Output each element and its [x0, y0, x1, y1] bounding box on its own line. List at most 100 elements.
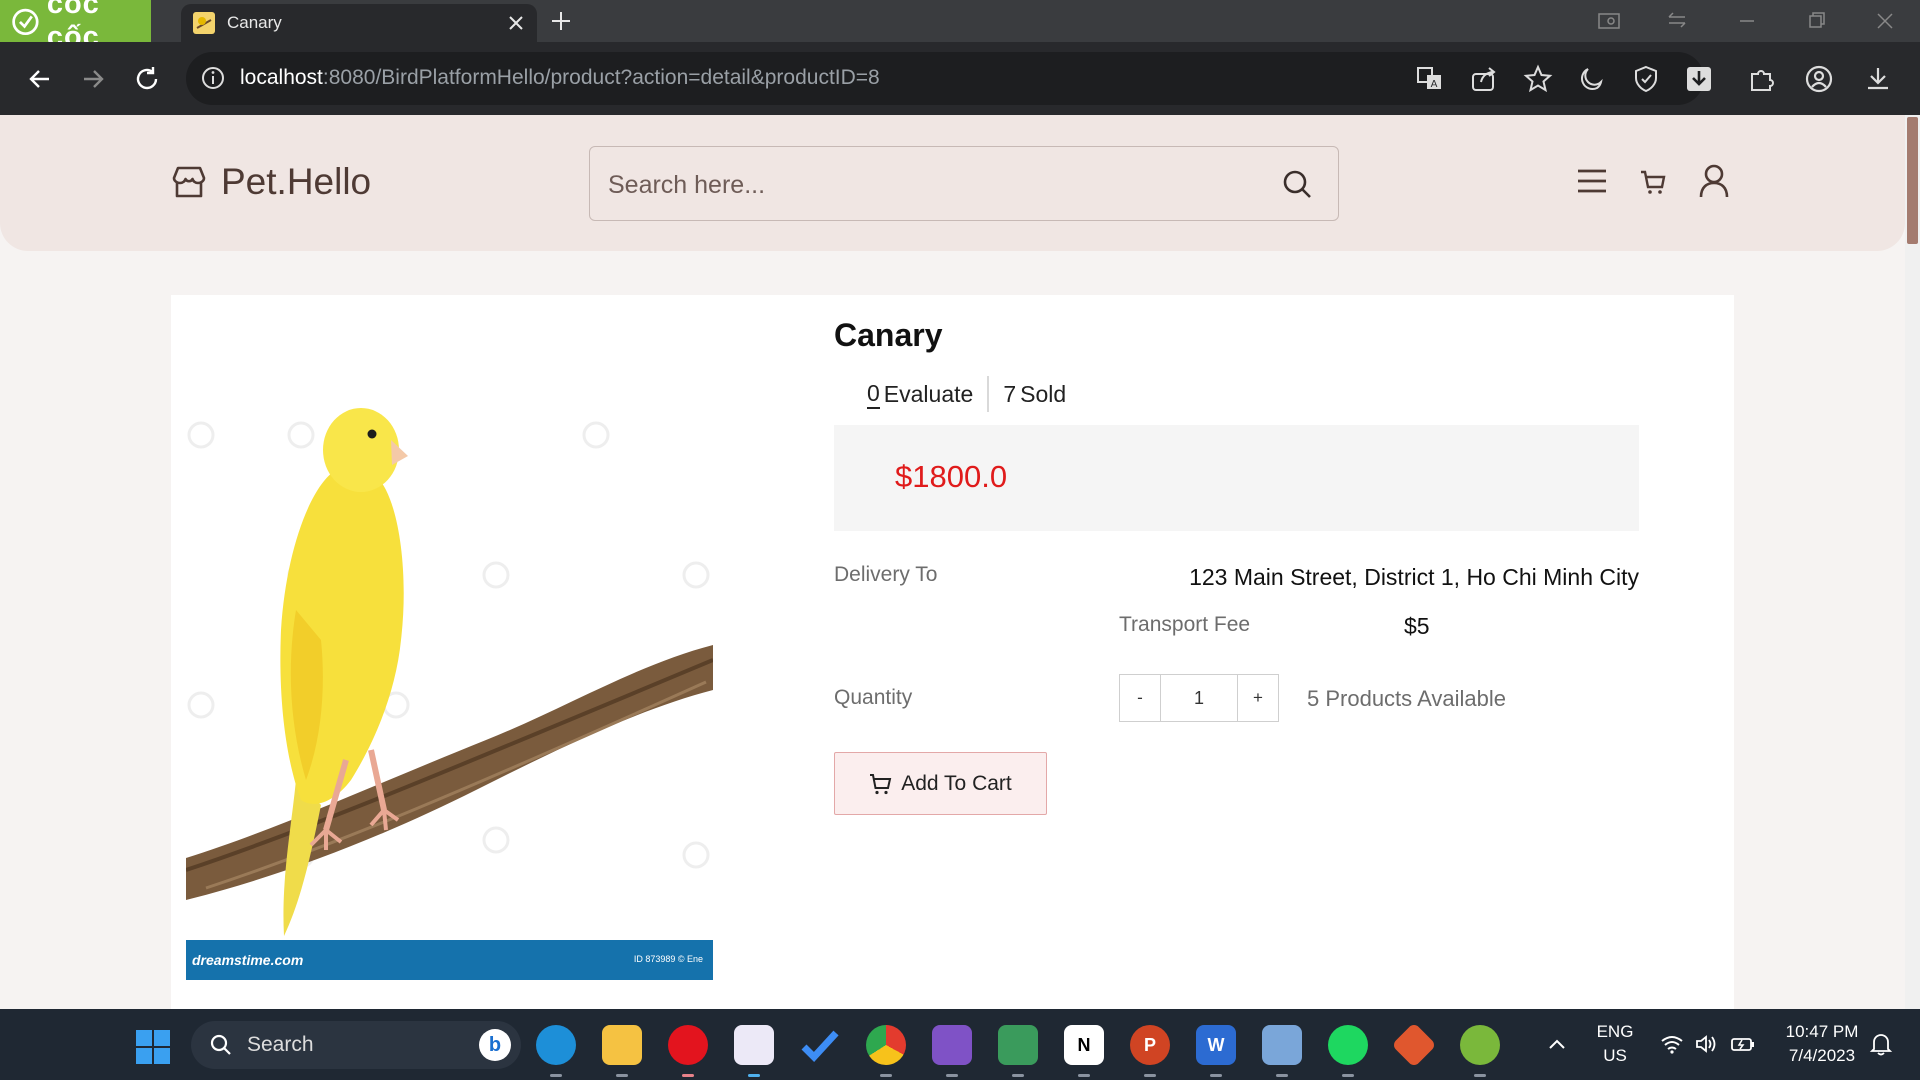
- battery-icon[interactable]: [1730, 1033, 1756, 1055]
- excel-app-icon[interactable]: [998, 1025, 1038, 1077]
- language-line2: US: [1603, 1046, 1627, 1065]
- downloads-button[interactable]: [1858, 59, 1898, 99]
- cart-icon[interactable]: [1638, 167, 1668, 197]
- snipping-tool-app-icon[interactable]: [734, 1025, 774, 1077]
- extensions-button[interactable]: [1742, 59, 1782, 99]
- tab-canary[interactable]: Canary: [181, 4, 537, 42]
- site-search: [589, 146, 1339, 221]
- quantity-stepper: - +: [1119, 674, 1279, 722]
- canary-bird-picture: [186, 408, 713, 936]
- notion-app-icon[interactable]: N: [1064, 1025, 1104, 1077]
- star-icon[interactable]: [1523, 64, 1553, 94]
- browser-brand[interactable]: cốc cốc: [0, 0, 151, 53]
- arrow-left-icon: [29, 70, 49, 88]
- stock-available: 5 Products Available: [1307, 686, 1506, 711]
- todo-app-icon[interactable]: [800, 1025, 840, 1065]
- page-scrollbar[interactable]: [1905, 115, 1920, 1009]
- git-app-icon[interactable]: [1391, 1022, 1437, 1068]
- visual-studio-app-icon[interactable]: [932, 1025, 972, 1077]
- clock[interactable]: 10:47 PM 7/4/2023: [1772, 1022, 1872, 1066]
- bing-icon[interactable]: b: [479, 1029, 511, 1061]
- price-box: $1800.0: [834, 425, 1639, 531]
- address-bar[interactable]: localhost:8080/BirdPlatformHello/product…: [186, 52, 1711, 105]
- new-tab-icon[interactable]: [549, 9, 573, 33]
- delivery-label: Delivery To: [834, 563, 938, 586]
- app-running-indicator: [1474, 1074, 1486, 1077]
- url-host: localhost: [240, 66, 323, 89]
- powerpoint-app-icon[interactable]: P: [1130, 1025, 1170, 1077]
- quantity-input[interactable]: [1161, 674, 1237, 722]
- quantity-increment-button[interactable]: +: [1237, 674, 1279, 722]
- taskbar-search-label: Search: [247, 1033, 314, 1056]
- add-to-cart-label: Add To Cart: [901, 771, 1012, 795]
- user-icon[interactable]: [1697, 163, 1731, 199]
- restore-icon[interactable]: [1803, 9, 1829, 33]
- chrome-app-icon[interactable]: [866, 1025, 906, 1077]
- language-indicator[interactable]: ENG US: [1592, 1022, 1638, 1066]
- quantity-decrement-button[interactable]: -: [1119, 674, 1161, 722]
- profile-button[interactable]: [1799, 59, 1839, 99]
- app-running-indicator: [748, 1074, 760, 1077]
- download-page-icon[interactable]: [1684, 64, 1714, 94]
- site-logo[interactable]: Pet.Hello: [171, 161, 371, 203]
- puzzle-icon: [1751, 70, 1774, 91]
- sold-count: 7: [1003, 380, 1017, 407]
- window-close-icon[interactable]: [1872, 9, 1898, 33]
- sold-label: Sold: [1020, 380, 1067, 407]
- site-logo-label: Pet.Hello: [221, 161, 372, 202]
- coccoc-logo-icon: [12, 8, 39, 36]
- app-running-indicator: [1012, 1074, 1024, 1077]
- edge-app-icon[interactable]: [536, 1025, 576, 1077]
- delivery-address: 123 Main Street, District 1, Ho Chi Minh…: [1189, 564, 1639, 590]
- reload-button[interactable]: [127, 59, 167, 99]
- search-input[interactable]: [608, 165, 1248, 205]
- app-running-indicator: [682, 1074, 694, 1077]
- product-price: $1800.0: [895, 459, 1008, 494]
- notification-icon[interactable]: [1868, 1031, 1894, 1057]
- quantity-label: Quantity: [834, 686, 913, 709]
- tab-actions-icon[interactable]: [1665, 9, 1691, 33]
- netbeans-app-icon[interactable]: [1262, 1025, 1302, 1077]
- spotify-app-icon[interactable]: [1328, 1025, 1368, 1077]
- search-icon: [210, 1034, 231, 1055]
- url-text[interactable]: localhost:8080/BirdPlatformHello/product…: [240, 66, 880, 90]
- product-stats: 0 Evaluate 7 Sold: [867, 376, 1066, 412]
- site-header: Pet.Hello: [0, 115, 1905, 251]
- cart-icon: [870, 773, 892, 794]
- add-to-cart-button[interactable]: Add To Cart: [834, 752, 1047, 815]
- info-icon[interactable]: [200, 65, 226, 91]
- screen-capture-icon[interactable]: [1596, 9, 1622, 33]
- shield-icon[interactable]: [1631, 64, 1661, 94]
- minimize-icon[interactable]: [1734, 9, 1760, 33]
- dark-mode-icon[interactable]: [1577, 64, 1607, 94]
- share-icon[interactable]: [1469, 64, 1499, 94]
- close-icon[interactable]: [505, 12, 527, 34]
- scrollbar-thumb[interactable]: [1907, 117, 1918, 244]
- search-icon[interactable]: [1280, 167, 1314, 201]
- windows-start-icon[interactable]: [135, 1029, 171, 1065]
- translate-icon[interactable]: A: [1415, 64, 1445, 94]
- download-icon: [1868, 68, 1888, 90]
- chevron-up-icon[interactable]: [1546, 1033, 1568, 1055]
- taskbar-search[interactable]: Search b: [191, 1021, 521, 1069]
- coccoc-app-icon[interactable]: [1460, 1025, 1500, 1077]
- app-running-indicator: [1342, 1074, 1354, 1077]
- back-button[interactable]: [20, 59, 60, 99]
- menu-icon[interactable]: [1576, 165, 1608, 197]
- word-app-icon[interactable]: W: [1196, 1025, 1236, 1077]
- wifi-icon[interactable]: [1660, 1033, 1684, 1055]
- evaluate-count: 0: [867, 380, 880, 409]
- stats-divider: [987, 376, 990, 412]
- bird-favicon-icon: [193, 12, 215, 34]
- product-title: Canary: [834, 317, 943, 353]
- clock-date: 7/4/2023: [1788, 1046, 1856, 1065]
- svg-text:A: A: [1431, 79, 1438, 90]
- app-running-indicator: [1144, 1074, 1156, 1077]
- forward-button[interactable]: [73, 59, 113, 99]
- volume-icon[interactable]: [1694, 1033, 1718, 1055]
- opera-app-icon[interactable]: [668, 1025, 708, 1077]
- app-running-indicator: [550, 1074, 562, 1077]
- app-running-indicator: [616, 1074, 628, 1077]
- transport-fee-label: Transport Fee: [1119, 613, 1251, 636]
- file-explorer-app-icon[interactable]: [602, 1025, 642, 1077]
